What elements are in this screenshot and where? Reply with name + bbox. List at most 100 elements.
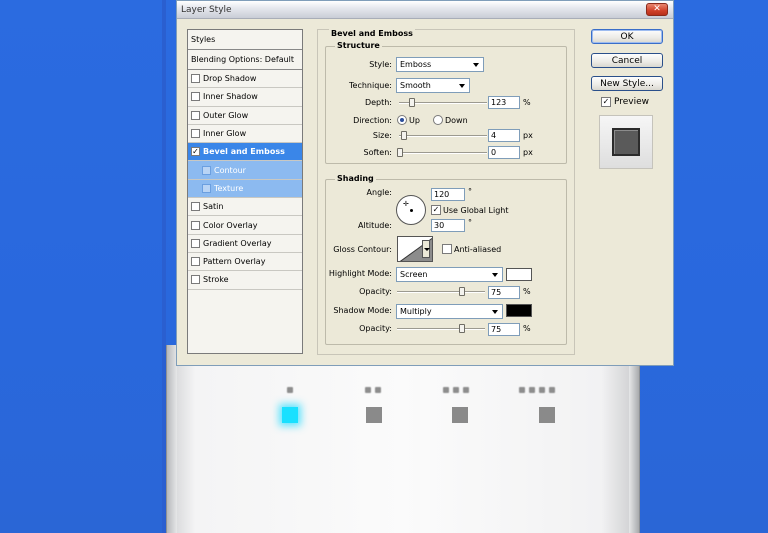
direction-down-radio[interactable] xyxy=(433,115,443,125)
style-item-color-overlay[interactable]: Color Overlay xyxy=(188,216,302,235)
slider-thumb[interactable] xyxy=(397,148,403,157)
style-item-inner-glow[interactable]: Inner Glow xyxy=(188,125,302,144)
shadow-opacity-label: Opacity: xyxy=(359,324,392,333)
close-button[interactable]: ✕ xyxy=(646,3,668,16)
checkbox[interactable] xyxy=(191,129,200,139)
angle-unit: ° xyxy=(468,187,472,196)
checkbox[interactable] xyxy=(191,92,200,102)
chevron-down-icon xyxy=(492,310,498,314)
device-right-edge xyxy=(629,345,639,533)
checkbox[interactable] xyxy=(191,202,200,212)
style-item-satin[interactable]: Satin xyxy=(188,198,302,217)
level-button-1[interactable] xyxy=(282,407,298,423)
style-item-inner-shadow[interactable]: Inner Shadow xyxy=(188,88,302,107)
depth-slider[interactable] xyxy=(399,98,487,108)
style-item-bevel-emboss[interactable]: ✓ Bevel and Emboss xyxy=(188,143,302,162)
device-panel xyxy=(166,345,640,533)
close-icon: ✕ xyxy=(653,4,661,14)
angle-field[interactable]: 120 xyxy=(431,188,465,201)
slider-thumb[interactable] xyxy=(459,287,465,296)
crosshair-icon: ✛ xyxy=(403,200,409,208)
checkbox[interactable] xyxy=(191,275,200,285)
styles-list: Styles Blending Options: Default Drop Sh… xyxy=(187,29,303,354)
soften-slider[interactable] xyxy=(397,148,487,158)
direction-up-label: Up xyxy=(409,116,420,125)
shadow-color-swatch[interactable] xyxy=(506,304,532,317)
anti-aliased-checkbox[interactable] xyxy=(442,244,452,254)
size-label: Size: xyxy=(372,131,392,140)
dialog-titlebar[interactable]: Layer Style xyxy=(177,1,673,19)
slider-thumb[interactable] xyxy=(459,324,465,333)
device-left-edge xyxy=(167,345,177,533)
style-item-outer-glow[interactable]: Outer Glow xyxy=(188,107,302,125)
shadow-opacity-unit: % xyxy=(523,324,531,333)
highlight-opacity-label: Opacity: xyxy=(359,287,392,296)
styles-header[interactable]: Styles xyxy=(188,30,302,50)
highlight-mode-select[interactable]: Screen xyxy=(396,267,503,282)
highlight-opacity-slider[interactable] xyxy=(397,287,485,297)
altitude-unit: ° xyxy=(468,218,472,227)
highlight-color-swatch[interactable] xyxy=(506,268,532,281)
bevel-emboss-title: Bevel and Emboss xyxy=(329,29,415,38)
shadow-opacity-slider[interactable] xyxy=(397,324,485,334)
new-style-button[interactable]: New Style... xyxy=(591,76,663,91)
preview-swatch xyxy=(612,128,640,156)
preview-thumbnail xyxy=(599,115,653,169)
soften-field[interactable]: 0 xyxy=(488,146,520,159)
style-label: Style: xyxy=(369,60,392,69)
slider-thumb[interactable] xyxy=(409,98,415,107)
altitude-field[interactable]: 30 xyxy=(431,219,465,232)
checkbox[interactable]: ✓ xyxy=(191,147,200,157)
style-select[interactable]: Emboss xyxy=(396,57,484,72)
level-button-4[interactable] xyxy=(539,407,555,423)
level-button-2[interactable] xyxy=(366,407,382,423)
depth-unit: % xyxy=(523,98,531,107)
checkbox[interactable] xyxy=(202,183,211,193)
indicator-dots-1 xyxy=(287,387,293,393)
checkbox[interactable] xyxy=(191,257,200,267)
checkbox[interactable] xyxy=(191,74,200,84)
style-item-contour[interactable]: Contour xyxy=(188,161,302,180)
shadow-mode-label: Shadow Mode: xyxy=(333,306,392,315)
preview-toggle[interactable]: ✓ Preview xyxy=(601,97,649,107)
size-slider[interactable] xyxy=(399,131,487,141)
shadow-mode-select[interactable]: Multiply xyxy=(396,304,503,319)
altitude-label: Altitude: xyxy=(358,221,392,230)
style-item-gradient-overlay[interactable]: Gradient Overlay xyxy=(188,235,302,253)
technique-select[interactable]: Smooth xyxy=(396,78,470,93)
checkbox[interactable] xyxy=(191,220,200,230)
highlight-opacity-field[interactable]: 75 xyxy=(488,286,520,299)
shading-title: Shading xyxy=(335,174,376,183)
angle-label: Angle: xyxy=(366,188,392,197)
depth-field[interactable]: 123 xyxy=(488,96,520,109)
style-item-texture[interactable]: Texture xyxy=(188,179,302,199)
chevron-down-icon xyxy=(492,273,498,277)
indicator-dots-2 xyxy=(365,387,381,393)
shading-group xyxy=(325,179,567,345)
size-field[interactable]: 4 xyxy=(488,129,520,142)
checkbox[interactable] xyxy=(202,165,211,175)
blending-options-item[interactable]: Blending Options: Default xyxy=(188,50,302,70)
style-item-pattern-overlay[interactable]: Pattern Overlay xyxy=(188,253,302,272)
layer-style-dialog: Layer Style ✕ Styles Blending Options: D… xyxy=(176,0,674,366)
structure-title: Structure xyxy=(335,41,382,50)
slider-thumb[interactable] xyxy=(401,131,407,140)
dialog-title: Layer Style xyxy=(181,4,232,15)
highlight-mode-label: Highlight Mode: xyxy=(328,269,392,278)
angle-dial[interactable]: ✛ xyxy=(396,195,426,225)
indicator-dots-3 xyxy=(443,387,469,393)
gloss-contour-label: Gloss Contour: xyxy=(333,245,392,254)
ok-button[interactable]: OK xyxy=(591,29,663,44)
depth-label: Depth: xyxy=(364,98,392,107)
checkbox[interactable] xyxy=(191,110,200,120)
gloss-contour-dropdown[interactable] xyxy=(422,240,430,258)
use-global-light-checkbox[interactable]: ✓ xyxy=(431,205,441,215)
style-item-drop-shadow[interactable]: Drop Shadow xyxy=(188,70,302,89)
preview-checkbox[interactable]: ✓ xyxy=(601,97,611,107)
direction-up-radio[interactable] xyxy=(397,115,407,125)
cancel-button[interactable]: Cancel xyxy=(591,53,663,68)
level-button-3[interactable] xyxy=(452,407,468,423)
shadow-opacity-field[interactable]: 75 xyxy=(488,323,520,336)
checkbox[interactable] xyxy=(191,238,200,248)
style-item-stroke[interactable]: Stroke xyxy=(188,271,302,290)
